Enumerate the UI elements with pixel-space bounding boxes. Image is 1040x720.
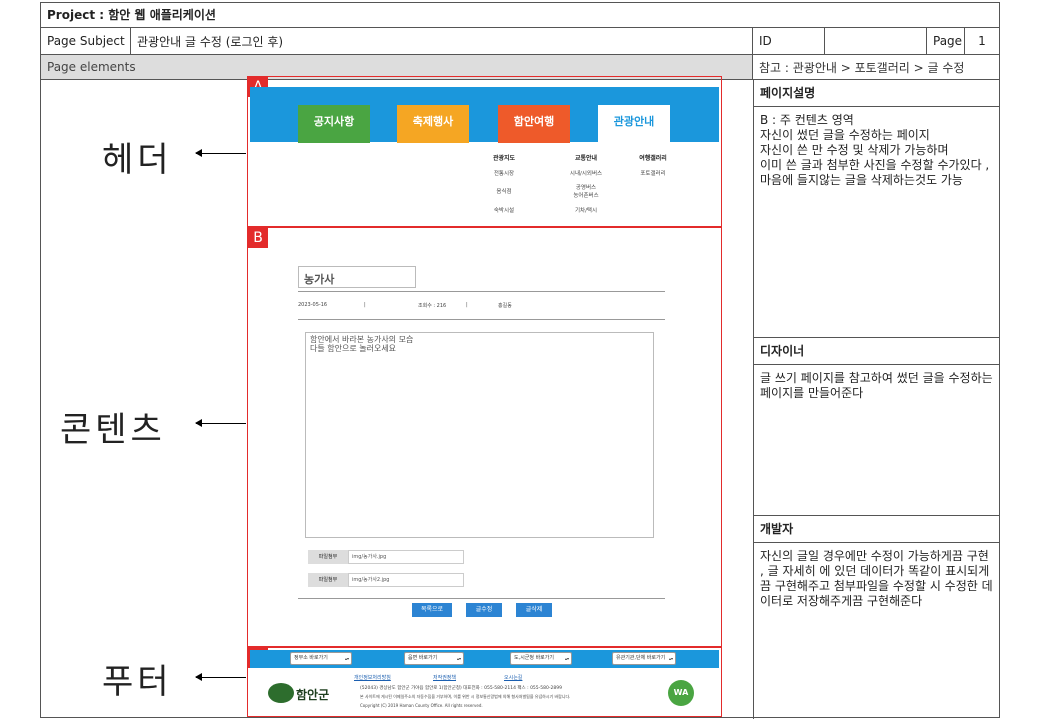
footer-label: 푸터	[102, 662, 173, 702]
delete-button[interactable]: 글삭제	[516, 603, 552, 617]
desc-line: 자신이 썼던 글을 수정하는 페이지	[760, 128, 930, 142]
id-value	[825, 28, 927, 54]
body-line: 함안에서 바라본 농가사의 모습	[310, 335, 414, 344]
divider	[298, 319, 665, 320]
divider	[298, 598, 665, 599]
content-label: 콘텐츠	[60, 410, 166, 450]
select-city[interactable]: 도,시군청 바로가기	[510, 652, 572, 665]
menu-col2-item[interactable]: 기차/택시	[562, 206, 610, 214]
divider	[298, 291, 665, 292]
tab-notice[interactable]: 공지사항	[298, 105, 370, 143]
post-views: 조회수 : 216	[418, 303, 447, 309]
section-b-content: B 농가사 2023-05-16 | 조회수 : 216 | 홍길동 함안에서 …	[247, 227, 722, 647]
body-textarea[interactable]: 함안에서 바라본 농가사의 모습 다들 함안으로 놀러오세요	[305, 332, 654, 538]
desc-body: B : 주 컨텐츠 영역 자신이 썼던 글을 수정하는 페이지 자신이 쓴 만 …	[754, 107, 999, 338]
attach-input-2[interactable]: img/농가사2.jpg	[348, 573, 464, 587]
subject-row: Page Subject 관광안내 글 수정 (로그인 후) ID Page 1	[41, 28, 999, 55]
wa-badge-icon: WA	[668, 680, 694, 706]
dev-title: 개발자	[754, 516, 999, 543]
menu-col2-item[interactable]: 농어촌버스	[562, 191, 610, 199]
desc-line: B : 주 컨텐츠 영역	[760, 113, 854, 127]
section-tag-b: B	[248, 228, 268, 248]
attach-label: 파일첨부	[308, 573, 348, 587]
project-title: Project : 함안 웹 애플리케이션	[47, 8, 216, 22]
logo-text: 함안군	[296, 688, 330, 702]
menu-col3-head[interactable]: 여행갤러리	[628, 153, 678, 162]
separator: |	[466, 302, 468, 308]
menu-col2-item[interactable]: 공영버스	[562, 183, 610, 191]
menu-col2-item[interactable]: 시내/시외버스	[562, 169, 610, 177]
footer-address: (52043) 경상남도 함안군 가야읍 함안로 1(함안군청) 대표전화 : …	[360, 686, 562, 691]
header-label: 헤더	[102, 140, 173, 180]
page-number: 1	[978, 34, 986, 48]
section-a-header: A 공지사항 축제행사 함안여행 관광안내 관광지도 전통시장 음식점 숙박시설…	[247, 76, 722, 227]
page-label: Page	[927, 28, 965, 54]
tab-festival[interactable]: 축제행사	[397, 105, 469, 143]
designer-title: 디자이너	[754, 338, 999, 365]
menu-col1-item[interactable]: 숙박시설	[482, 206, 526, 214]
link-privacy[interactable]: 개인정보처리방침	[354, 674, 391, 681]
section-c-footer: C 정부소 바로가기 읍면 바로가기 도,시군청 바로가기 유관기관,단체 바로…	[247, 647, 722, 717]
content-arrow	[195, 419, 246, 427]
designer-body: 글 쓰기 페이지를 참고하여 썼던 글을 수정하는 페이지를 만들어준다	[754, 365, 999, 516]
attach-label: 파일첨부	[308, 550, 348, 564]
menu-col1-item[interactable]: 전통시장	[482, 169, 526, 177]
desc-line: 이미 쓴 글과 첨부한 사진을 수정할 수가있다 ,마음에 들지않는 글을 삭제…	[760, 158, 990, 187]
reference-path: 참고 : 관광안내 > 포토갤러리 > 글 수정	[753, 55, 999, 79]
project-row: Project : 함안 웹 애플리케이션	[41, 3, 999, 28]
page-subject: 관광안내 글 수정 (로그인 후)	[131, 28, 753, 54]
menu-col1-head[interactable]: 관광지도	[482, 153, 526, 162]
desc-line: 자신이 쓴 만 수정 및 삭제가 가능하며	[760, 143, 949, 157]
footer-copyright: Copyright (C) 2019 Haman County Office. …	[360, 703, 483, 708]
select-gov[interactable]: 정부소 바로가기	[290, 652, 352, 665]
menu-col3-item[interactable]: 포토갤러리	[628, 169, 678, 177]
header-arrow	[195, 149, 246, 157]
separator: |	[364, 302, 366, 308]
footer-arrow	[195, 673, 246, 681]
link-directions[interactable]: 오시는길	[504, 674, 522, 681]
title-input[interactable]: 농가사	[298, 266, 416, 288]
logo-icon	[268, 683, 294, 703]
dev-body: 자신의 글일 경우에만 수정이 가능하게끔 구현 , 글 자세히 에 있던 데이…	[760, 549, 993, 608]
menu-col2-head[interactable]: 교통안내	[562, 153, 610, 162]
select-org[interactable]: 유관기관,단체 바로가기	[612, 652, 676, 665]
post-date: 2023-05-16	[298, 302, 328, 308]
tab-tour-info[interactable]: 관광안내	[598, 105, 670, 143]
select-town[interactable]: 읍면 바로가기	[404, 652, 464, 665]
tab-travel[interactable]: 함안여행	[498, 105, 570, 143]
desc-title: 페이지설명	[754, 80, 999, 107]
menu-col1-item[interactable]: 음식점	[482, 187, 526, 195]
body-line: 다들 함안으로 놀러오세요	[310, 344, 397, 353]
footer-notice: 본 사이트에 게시된 이메일주소의 자동수집을 거부하며, 이를 위반 시 정보…	[360, 694, 571, 699]
link-copyright[interactable]: 저작권정책	[433, 674, 456, 681]
edit-button[interactable]: 글수정	[466, 603, 502, 617]
page-subject-label: Page Subject	[41, 28, 131, 54]
attach-input-1[interactable]: img/농가사.jpg	[348, 550, 464, 564]
list-button[interactable]: 목록으로	[412, 603, 452, 617]
post-author: 홍길동	[498, 303, 512, 309]
id-label: ID	[753, 28, 825, 54]
